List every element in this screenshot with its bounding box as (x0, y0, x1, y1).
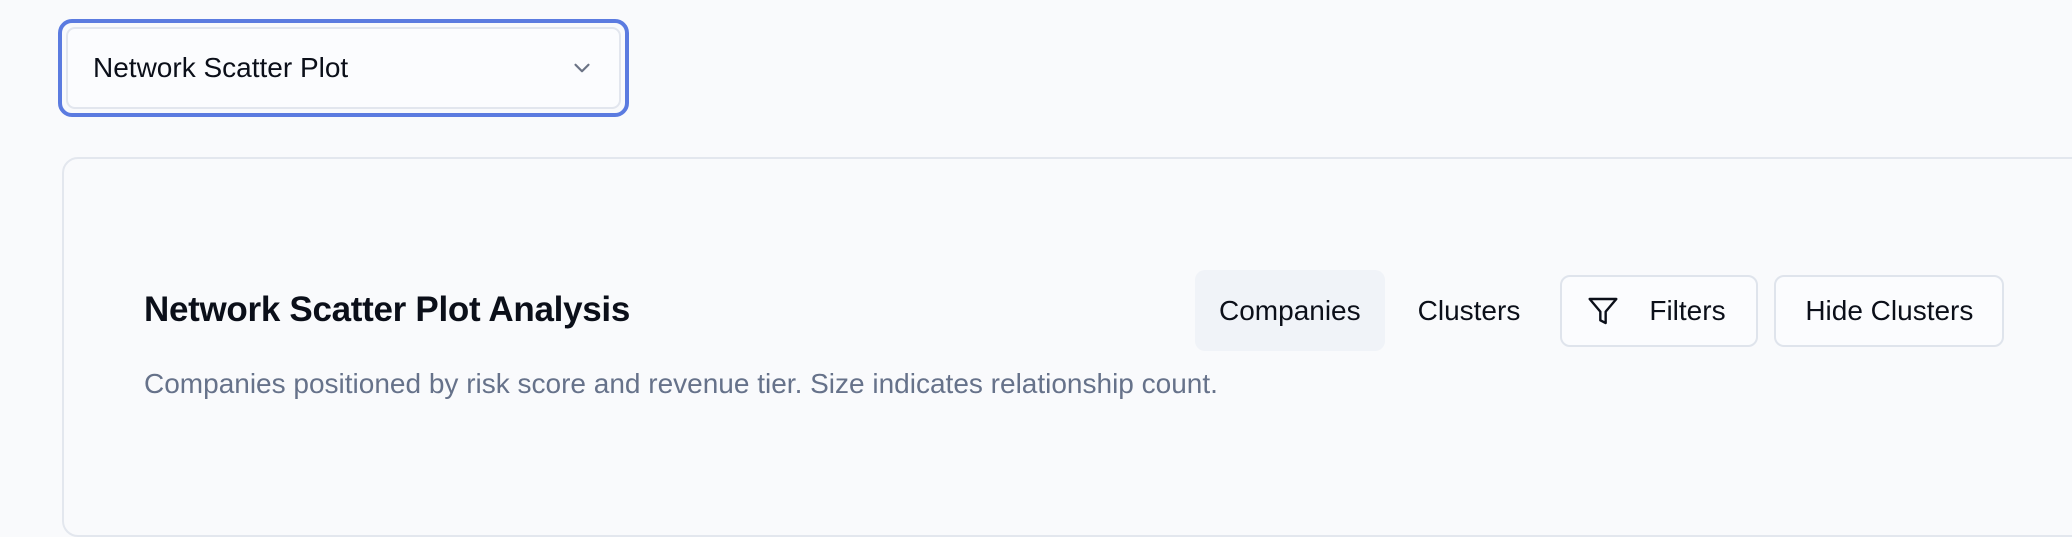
card-toolbar: Companies Clusters Filters Hide Clusters (1195, 270, 2005, 351)
filter-icon (1588, 297, 1618, 324)
card-subtitle: Companies positioned by risk score and r… (144, 368, 1218, 399)
view-select-dropdown[interactable]: Network Scatter Plot (66, 27, 621, 109)
hide-clusters-button[interactable]: Hide Clusters (1774, 274, 2005, 347)
view-select-value: Network Scatter Plot (93, 52, 349, 83)
view-select-focus-ring: Network Scatter Plot (58, 19, 629, 117)
filters-button-label: Filters (1649, 294, 1726, 326)
chevron-down-icon (574, 63, 590, 73)
card-title: Network Scatter Plot Analysis (144, 290, 631, 329)
tab-clusters[interactable]: Clusters (1394, 270, 1545, 351)
tab-companies[interactable]: Companies (1195, 270, 1385, 351)
filters-button[interactable]: Filters (1560, 274, 1759, 347)
